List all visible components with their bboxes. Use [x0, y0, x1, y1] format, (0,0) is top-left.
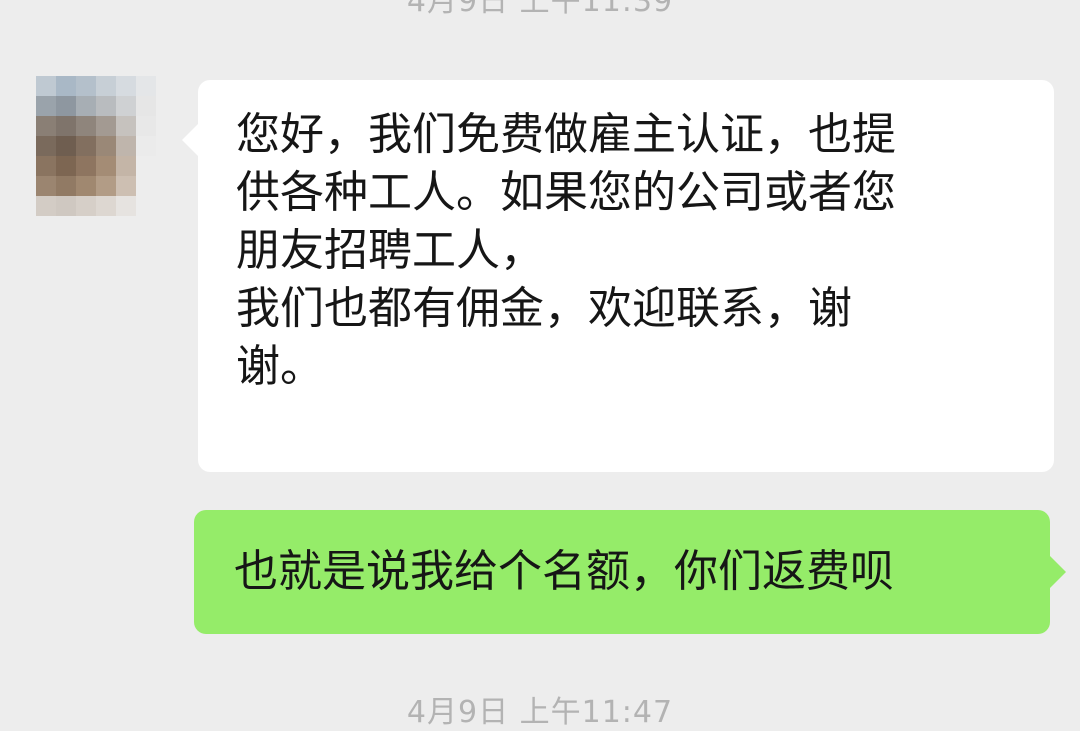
- avatar-pixel: [76, 156, 96, 176]
- avatar-pixel: [136, 76, 156, 96]
- avatar-pixel: [116, 96, 136, 116]
- avatar-pixel: [76, 136, 96, 156]
- avatar-pixel: [96, 196, 116, 216]
- avatar-pixel: [76, 76, 96, 96]
- avatar-pixel: [96, 176, 116, 196]
- avatar-pixel: [116, 76, 136, 96]
- avatar-pixel: [76, 176, 96, 196]
- timestamp-top: 4月9日 上午11:39: [406, 0, 674, 19]
- timestamp-bottom: 4月9日 上午11:47: [406, 695, 674, 730]
- avatar-pixel: [116, 156, 136, 176]
- message-line: 朋友招聘工人，: [236, 225, 544, 276]
- outgoing-message-text: 也就是说我给个名额，你们返费呗: [234, 546, 894, 597]
- avatar-pixel: [36, 76, 56, 96]
- avatar-pixel: [56, 176, 76, 196]
- avatar-pixel: [76, 196, 96, 216]
- message-line: 谢。: [236, 341, 324, 392]
- message-line: 我们也都有佣金，欢迎联系，谢: [236, 283, 852, 334]
- avatar-pixel: [116, 196, 136, 216]
- avatar-pixel: [56, 116, 76, 136]
- avatar-pixel: [56, 156, 76, 176]
- avatar-pixel: [36, 176, 56, 196]
- avatar-pixel: [36, 156, 56, 176]
- avatar-pixel: [36, 96, 56, 116]
- contact-avatar[interactable]: [36, 76, 156, 216]
- avatar-pixel: [76, 96, 96, 116]
- avatar-pixel: [76, 116, 96, 136]
- avatar-pixel: [136, 116, 156, 136]
- avatar-pixel: [56, 136, 76, 156]
- avatar-pixel: [136, 176, 156, 196]
- avatar-pixel: [56, 196, 76, 216]
- avatar-pixel: [96, 96, 116, 116]
- avatar-pixel: [96, 136, 116, 156]
- avatar-pixel: [136, 96, 156, 116]
- avatar-pixel: [136, 156, 156, 176]
- avatar-pixel: [116, 136, 136, 156]
- avatar-pixel: [56, 76, 76, 96]
- avatar-pixel: [36, 116, 56, 136]
- avatar-pixel: [96, 116, 116, 136]
- avatar-pixel: [36, 136, 56, 156]
- message-line: 您好，我们免费做雇主认证，也提: [236, 109, 896, 160]
- avatar-pixel: [36, 196, 56, 216]
- avatar-pixel: [116, 176, 136, 196]
- avatar-pixel: [56, 96, 76, 116]
- avatar-pixel: [136, 196, 156, 216]
- incoming-message-bubble[interactable]: 您好，我们免费做雇主认证，也提 供各种工人。如果您的公司或者您 朋友招聘工人， …: [182, 80, 1054, 472]
- avatar-pixel: [96, 76, 116, 96]
- avatar-pixel: [136, 136, 156, 156]
- avatar-pixel: [116, 116, 136, 136]
- outgoing-message-bubble[interactable]: 也就是说我给个名额，你们返费呗: [194, 510, 1066, 634]
- avatar-pixel: [96, 156, 116, 176]
- message-line: 供各种工人。如果您的公司或者您: [236, 167, 896, 218]
